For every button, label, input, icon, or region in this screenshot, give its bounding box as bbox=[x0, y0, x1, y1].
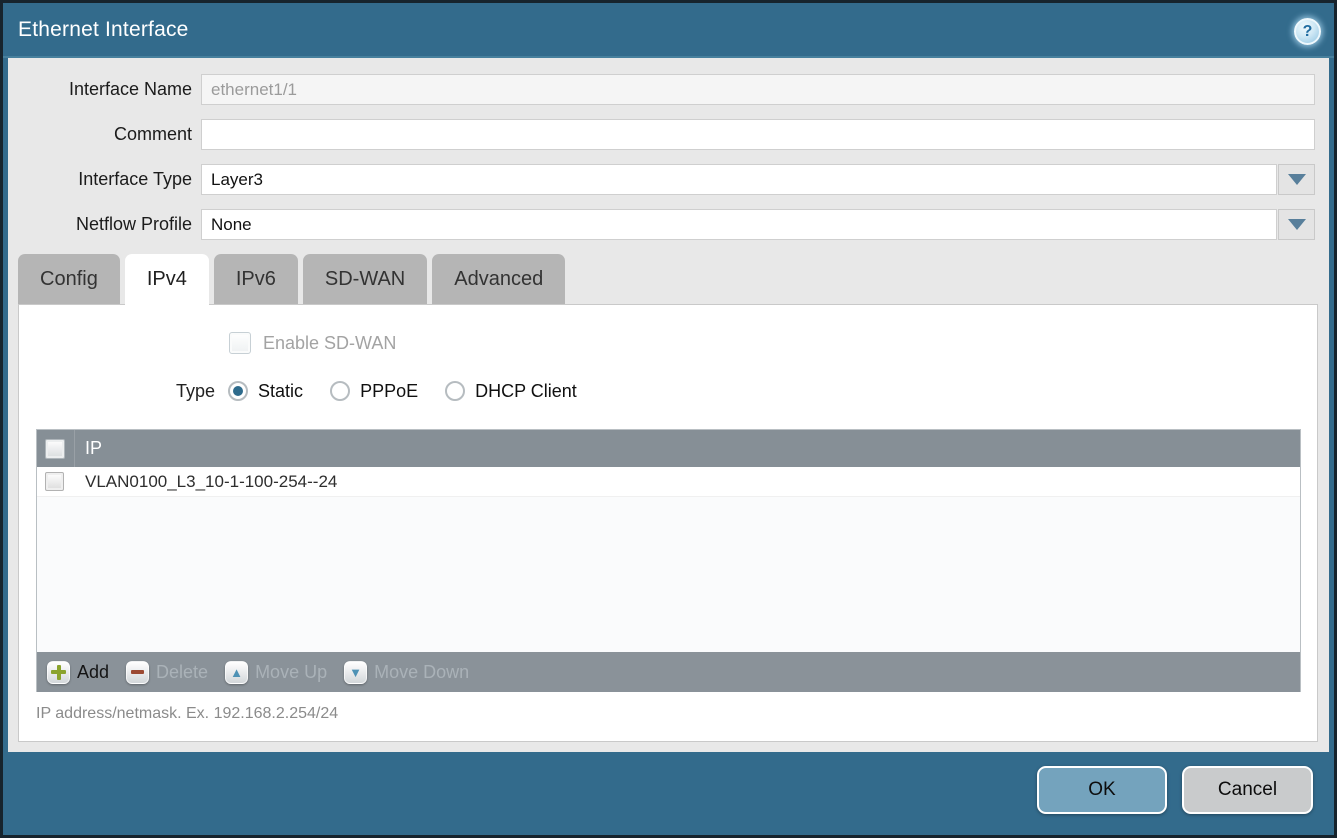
delete-icon bbox=[126, 661, 149, 684]
interface-type-label: Interface Type bbox=[8, 169, 201, 190]
radio-static[interactable]: Static bbox=[228, 381, 303, 402]
ipv4-tab-panel: Enable SD-WAN Type Static PPPoE DHCP Cli… bbox=[18, 304, 1318, 742]
dialog-title: Ethernet Interface bbox=[18, 18, 189, 42]
radio-dhcp-client-control[interactable] bbox=[445, 381, 465, 401]
move-down-icon: ▼ bbox=[344, 661, 367, 684]
help-icon[interactable]: ? bbox=[1294, 18, 1321, 45]
ethernet-interface-dialog: Ethernet Interface ? Interface Name Comm… bbox=[0, 0, 1337, 838]
tab-ipv4[interactable]: IPv4 bbox=[125, 254, 209, 305]
cancel-button[interactable]: Cancel bbox=[1182, 766, 1313, 814]
ip-table-header: IP bbox=[37, 430, 1300, 467]
ok-button[interactable]: OK bbox=[1037, 766, 1167, 814]
netflow-profile-label: Netflow Profile bbox=[8, 214, 201, 235]
move-down-button: ▼ Move Down bbox=[344, 661, 469, 684]
tab-advanced[interactable]: Advanced bbox=[432, 254, 565, 304]
type-row: Type Static PPPoE DHCP Client bbox=[176, 379, 1317, 403]
title-bar: Ethernet Interface ? bbox=[3, 3, 1334, 58]
enable-sdwan-label: Enable SD-WAN bbox=[263, 333, 396, 354]
tab-ipv6[interactable]: IPv6 bbox=[214, 254, 298, 304]
radio-static-control[interactable] bbox=[228, 381, 248, 401]
footer-bar: OK Cancel bbox=[3, 752, 1334, 835]
tab-sdwan[interactable]: SD-WAN bbox=[303, 254, 427, 304]
radio-pppoe-control[interactable] bbox=[330, 381, 350, 401]
radio-pppoe-label: PPPoE bbox=[360, 381, 418, 402]
type-label: Type bbox=[176, 381, 215, 402]
interface-type-row: Interface Type Layer3 bbox=[8, 164, 1329, 195]
comment-input[interactable] bbox=[201, 119, 1315, 150]
add-button[interactable]: Add bbox=[47, 661, 109, 684]
table-row[interactable]: VLAN0100_L3_10-1-100-254--24 bbox=[37, 467, 1300, 497]
comment-label: Comment bbox=[8, 124, 201, 145]
dialog-content: Interface Name Comment Interface Type La… bbox=[8, 58, 1329, 752]
interface-name-row: Interface Name bbox=[8, 74, 1329, 105]
ip-table-toolbar: Add Delete ▲ Move Up ▼ Move Down bbox=[37, 652, 1300, 692]
chevron-down-icon bbox=[1288, 219, 1306, 230]
netflow-profile-dropdown[interactable]: None bbox=[201, 209, 1277, 240]
comment-row: Comment bbox=[8, 119, 1329, 150]
ip-table: IP VLAN0100_L3_10-1-100-254--24 Add Dele… bbox=[36, 429, 1301, 692]
tab-config[interactable]: Config bbox=[18, 254, 120, 304]
ip-column-header: IP bbox=[75, 438, 102, 459]
radio-static-label: Static bbox=[258, 381, 303, 402]
select-all-checkbox[interactable] bbox=[45, 439, 65, 459]
add-icon bbox=[47, 661, 70, 684]
enable-sdwan-row: Enable SD-WAN bbox=[229, 331, 1317, 355]
move-up-button-label: Move Up bbox=[255, 662, 327, 683]
delete-button: Delete bbox=[126, 661, 208, 684]
enable-sdwan-checkbox bbox=[229, 332, 251, 354]
netflow-profile-dropdown-button[interactable] bbox=[1278, 209, 1315, 240]
table-empty-area bbox=[37, 497, 1300, 652]
radio-dhcp-client-label: DHCP Client bbox=[475, 381, 577, 402]
ip-cell-value: VLAN0100_L3_10-1-100-254--24 bbox=[64, 472, 337, 492]
move-down-button-label: Move Down bbox=[374, 662, 469, 683]
radio-pppoe[interactable]: PPPoE bbox=[330, 381, 418, 402]
interface-type-dropdown-button[interactable] bbox=[1278, 164, 1315, 195]
row-checkbox[interactable] bbox=[45, 472, 64, 491]
delete-button-label: Delete bbox=[156, 662, 208, 683]
interface-name-input bbox=[201, 74, 1315, 105]
move-up-icon: ▲ bbox=[225, 661, 248, 684]
tab-bar: Config IPv4 IPv6 SD-WAN Advanced bbox=[18, 254, 1329, 304]
ip-format-hint: IP address/netmask. Ex. 192.168.2.254/24 bbox=[36, 705, 1301, 723]
netflow-profile-row: Netflow Profile None bbox=[8, 209, 1329, 240]
chevron-down-icon bbox=[1288, 174, 1306, 185]
radio-dhcp-client[interactable]: DHCP Client bbox=[445, 381, 577, 402]
interface-name-label: Interface Name bbox=[8, 79, 201, 100]
help-glyph: ? bbox=[1303, 23, 1313, 41]
interface-type-dropdown[interactable]: Layer3 bbox=[201, 164, 1277, 195]
add-button-label: Add bbox=[77, 662, 109, 683]
move-up-button: ▲ Move Up bbox=[225, 661, 327, 684]
